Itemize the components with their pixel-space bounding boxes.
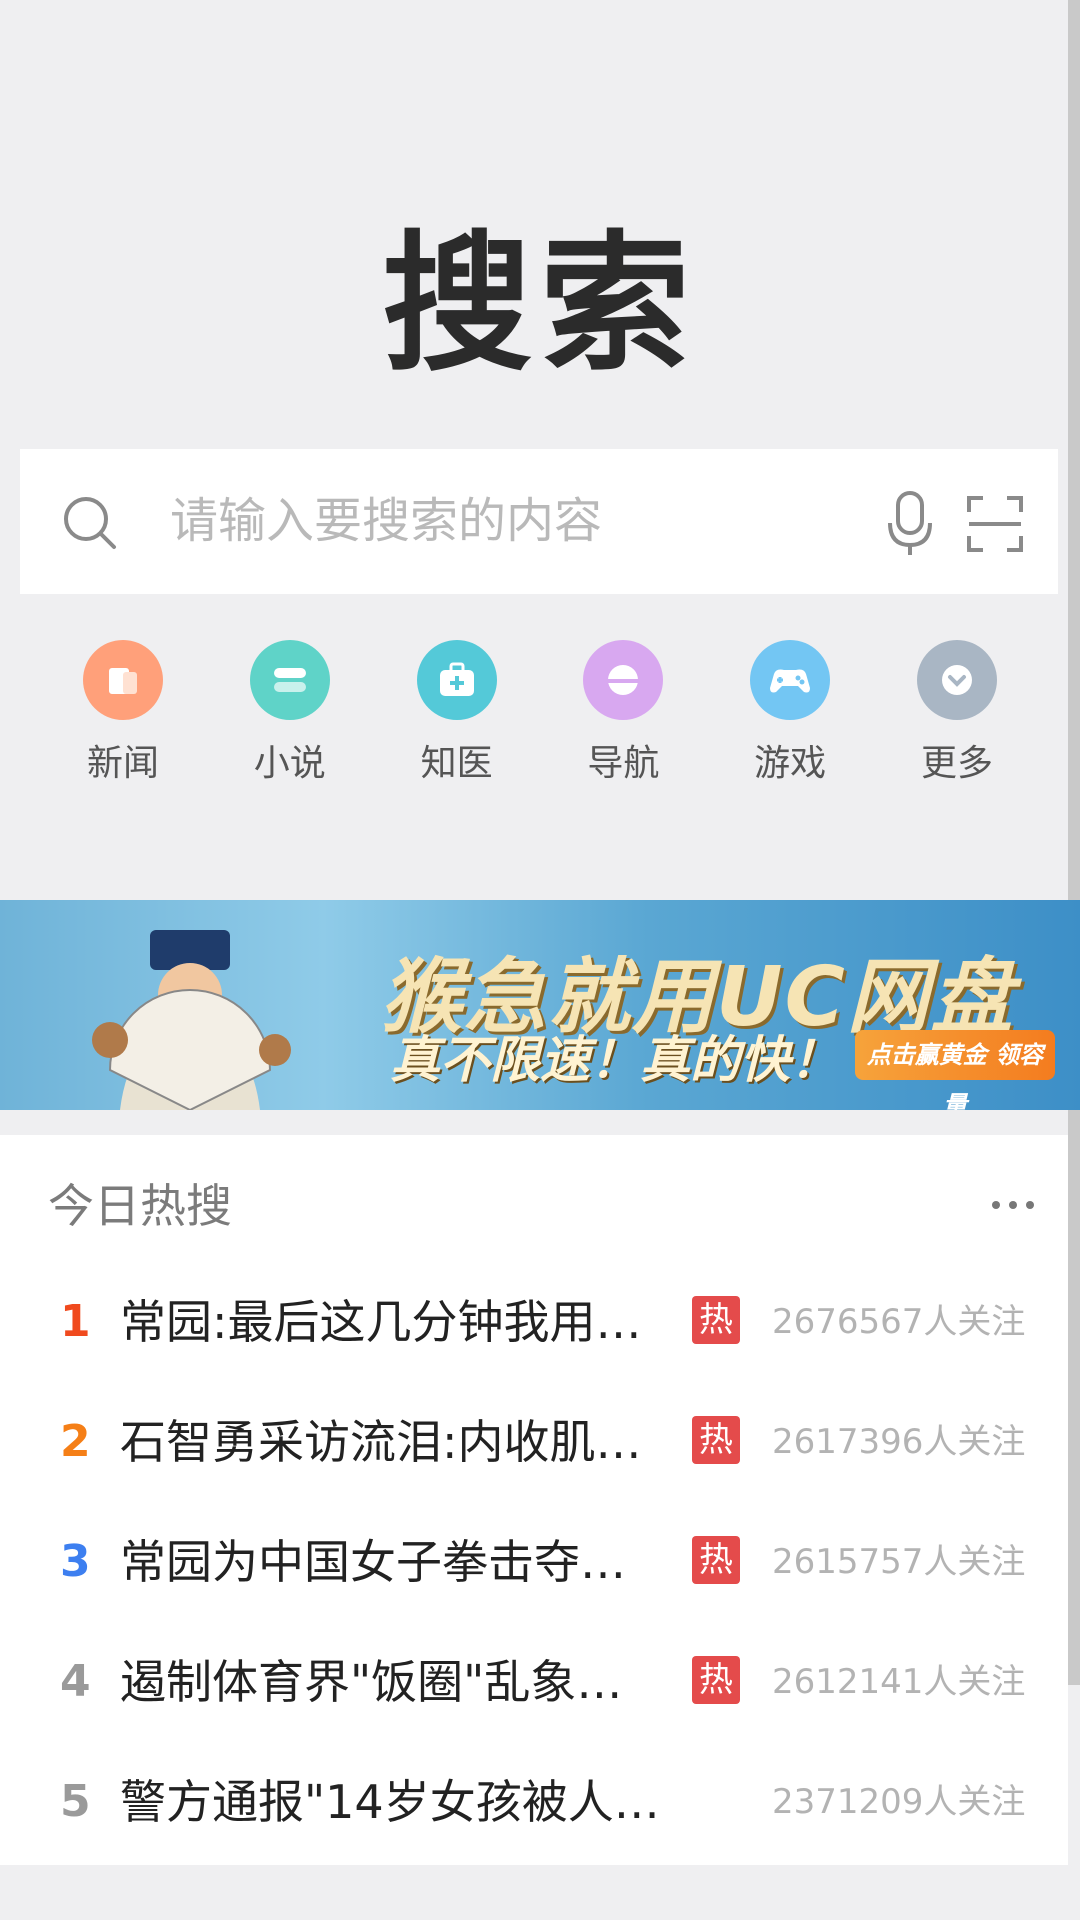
- quick-link-label: 导航: [587, 743, 660, 784]
- search-bar[interactable]: 请输入要搜索的内容: [20, 449, 1058, 594]
- hot-search-row[interactable]: 2 石智勇采访流泪:内收肌… 热 2617396人关注: [0, 1382, 1068, 1502]
- topic-title: 遏制体育界"饭圈"乱象…: [120, 1655, 623, 1709]
- quick-link-label: 知医: [420, 743, 493, 784]
- banner-character-image: [92, 930, 291, 1110]
- chevron-down-icon: [916, 640, 997, 720]
- quick-link-news[interactable]: 新闻: [40, 640, 206, 786]
- hot-search-row[interactable]: 3 常园为中国女子拳击夺… 热 2615757人关注: [0, 1502, 1068, 1622]
- rank-number: 2: [60, 1416, 91, 1467]
- quick-link-games[interactable]: 游戏: [707, 640, 873, 786]
- hot-badge: 热: [692, 1656, 740, 1704]
- rank-number: 4: [60, 1656, 91, 1707]
- gamepad-icon: [750, 640, 831, 720]
- follower-count: 2612141人关注: [772, 1662, 1026, 1702]
- hot-search-row[interactable]: 1 常园:最后这几分钟我用… 热 2676567人关注: [0, 1262, 1068, 1382]
- banner-cta-button[interactable]: 点击赢黄金 领容量: [855, 1030, 1055, 1110]
- rank-number: 5: [60, 1776, 91, 1827]
- medical-kit-icon: [416, 640, 497, 720]
- hot-search-row[interactable]: 4 遏制体育界"饭圈"乱象… 热 2612141人关注: [0, 1622, 1068, 1742]
- topic-title: 常园为中国女子拳击夺…: [120, 1535, 626, 1589]
- quick-link-label: 小说: [253, 743, 326, 784]
- more-options-icon[interactable]: [988, 1195, 1038, 1215]
- topic-title: 警方通报"14岁女孩被人…: [120, 1775, 660, 1829]
- book-icon: [249, 640, 330, 720]
- hot-search-row[interactable]: 5 警方通报"14岁女孩被人… 2371209人关注: [0, 1742, 1068, 1862]
- hot-badge: 热: [692, 1536, 740, 1584]
- rank-number: 3: [60, 1536, 91, 1587]
- hot-badge: 热: [692, 1296, 740, 1344]
- hot-badge: 热: [692, 1416, 740, 1464]
- navigation-icon: [583, 640, 664, 720]
- microphone-icon[interactable]: [880, 489, 940, 559]
- hot-search-title: 今日热搜: [48, 1179, 232, 1233]
- news-icon: [83, 640, 163, 720]
- scan-icon[interactable]: [965, 494, 1025, 554]
- quick-links: 新闻 小说 知医 导航 游戏 更多: [40, 640, 1040, 786]
- ad-banner[interactable]: 猴急就用UC网盘 真不限速！真的快！ 点击赢黄金 领容量: [0, 900, 1080, 1110]
- quick-link-label: 更多: [920, 743, 993, 784]
- topic-title: 石智勇采访流泪:内收肌…: [120, 1415, 642, 1469]
- follower-count: 2371209人关注: [772, 1782, 1026, 1822]
- follower-count: 2676567人关注: [772, 1302, 1026, 1342]
- topic-title: 常园:最后这几分钟我用…: [120, 1295, 642, 1349]
- search-logo: 搜索: [381, 218, 698, 392]
- banner-subtitle: 真不限速！真的快！: [390, 1031, 840, 1089]
- follower-count: 2617396人关注: [772, 1422, 1026, 1462]
- search-icon: [64, 497, 116, 549]
- quick-link-navigation[interactable]: 导航: [540, 640, 706, 786]
- follower-count: 2615757人关注: [772, 1542, 1026, 1582]
- quick-link-more[interactable]: 更多: [874, 640, 1040, 786]
- quick-link-novel[interactable]: 小说: [207, 640, 373, 786]
- quick-link-label: 新闻: [86, 743, 159, 784]
- quick-link-medical[interactable]: 知医: [374, 640, 540, 786]
- quick-link-label: 游戏: [754, 743, 827, 784]
- rank-number: 1: [60, 1296, 91, 1347]
- hot-search-panel: 今日热搜 1 常园:最后这几分钟我用… 热 2676567人关注 2 石智勇采访…: [0, 1135, 1068, 1865]
- search-input[interactable]: 请输入要搜索的内容: [170, 449, 602, 594]
